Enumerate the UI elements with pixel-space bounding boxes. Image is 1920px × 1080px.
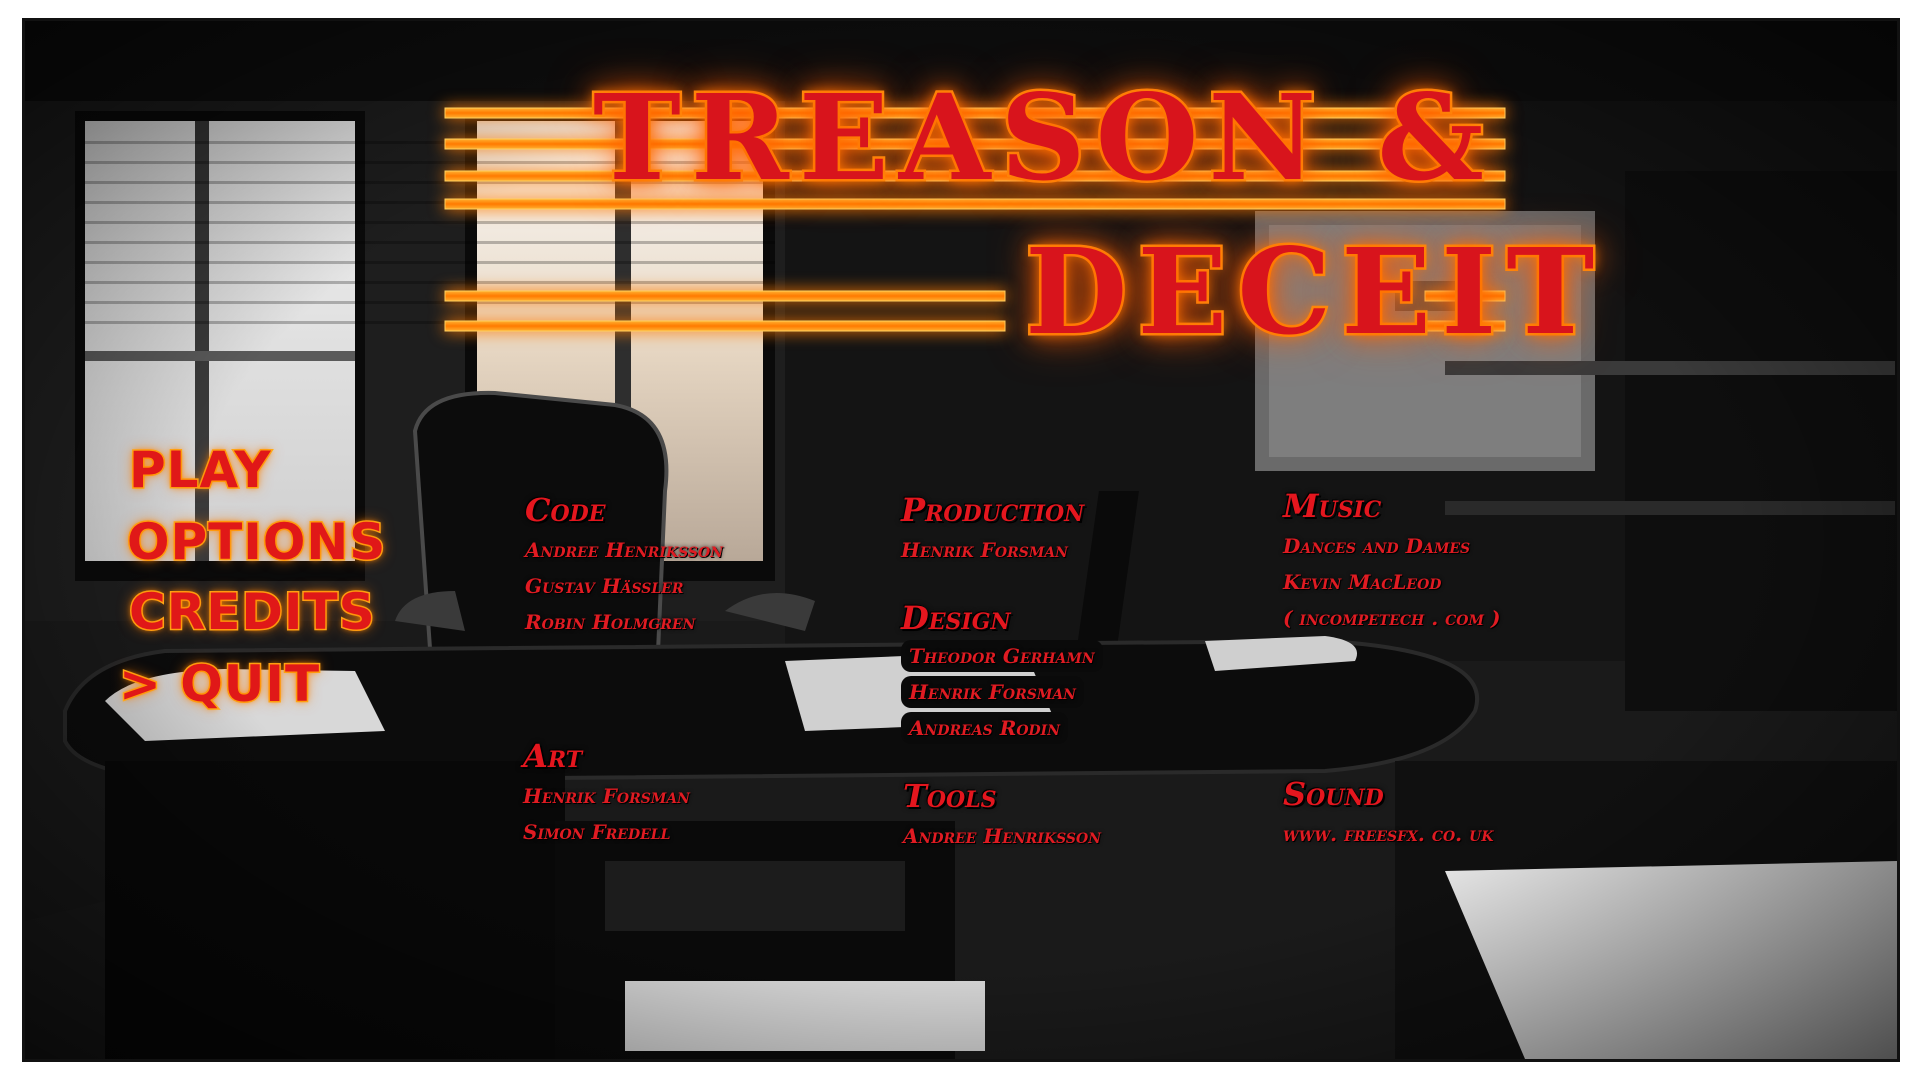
credits-production-section: Production Henrik Forsman <box>901 491 1085 568</box>
credits-design-section: Design Theodor Gerhamn Henrik Forsman An… <box>901 599 1103 748</box>
credit-name: Simon Fredell <box>523 820 671 845</box>
credit-name: Henrik Forsman <box>901 676 1084 709</box>
credits-design-heading: Design <box>901 599 1011 637</box>
credit-name: www. freesfx. co. uk <box>1283 822 1494 847</box>
menu-credits-button[interactable]: CREDITS <box>128 586 377 639</box>
credit-name: Andree Henriksson <box>525 538 724 563</box>
credits-sound-heading: Sound <box>1283 775 1384 813</box>
credit-name: Robin Holmgren <box>525 610 696 635</box>
menu-quit-button[interactable]: > QUIT <box>117 658 320 711</box>
credits-code-heading: Code <box>525 491 606 529</box>
game-title-line1: TREASON & <box>591 68 1494 207</box>
credits-music-heading: Music <box>1283 487 1382 525</box>
credit-name: Kevin MacLeod <box>1283 570 1442 595</box>
credit-name: ( incompetech . com ) <box>1283 606 1501 631</box>
credits-art-heading: Art <box>523 737 583 775</box>
credits-code-section: Code Andree Henriksson Gustav Hässler Ro… <box>525 491 724 640</box>
credits-tools-section: Tools Andree Henriksson <box>903 777 1102 854</box>
credits-music-section: Music Dances and Dames Kevin MacLeod ( i… <box>1283 487 1501 636</box>
credits-production-heading: Production <box>901 491 1085 529</box>
credit-name: Theodor Gerhamn <box>901 640 1103 673</box>
credit-name: Gustav Hässler <box>525 574 684 599</box>
credit-name: Henrik Forsman <box>523 784 690 809</box>
menu-options-button[interactable]: OPTIONS <box>125 516 386 569</box>
credits-sound-section: Sound www. freesfx. co. uk <box>1283 775 1494 852</box>
credits-tools-heading: Tools <box>903 777 997 815</box>
credit-name: Andree Henriksson <box>903 824 1102 849</box>
credits-art-section: Art Henrik Forsman Simon Fredell <box>523 737 690 850</box>
credit-name: Dances and Dames <box>1283 534 1471 559</box>
game-title-line2: DECEIT <box>1022 222 1605 361</box>
menu-play-button[interactable]: PLAY <box>128 444 273 497</box>
credit-name: Henrik Forsman <box>901 538 1068 563</box>
game-screen: TREASON & DECEIT PLAY OPTIONS CREDITS > … <box>22 18 1900 1062</box>
credit-name: Andreas Rodin <box>901 712 1068 745</box>
